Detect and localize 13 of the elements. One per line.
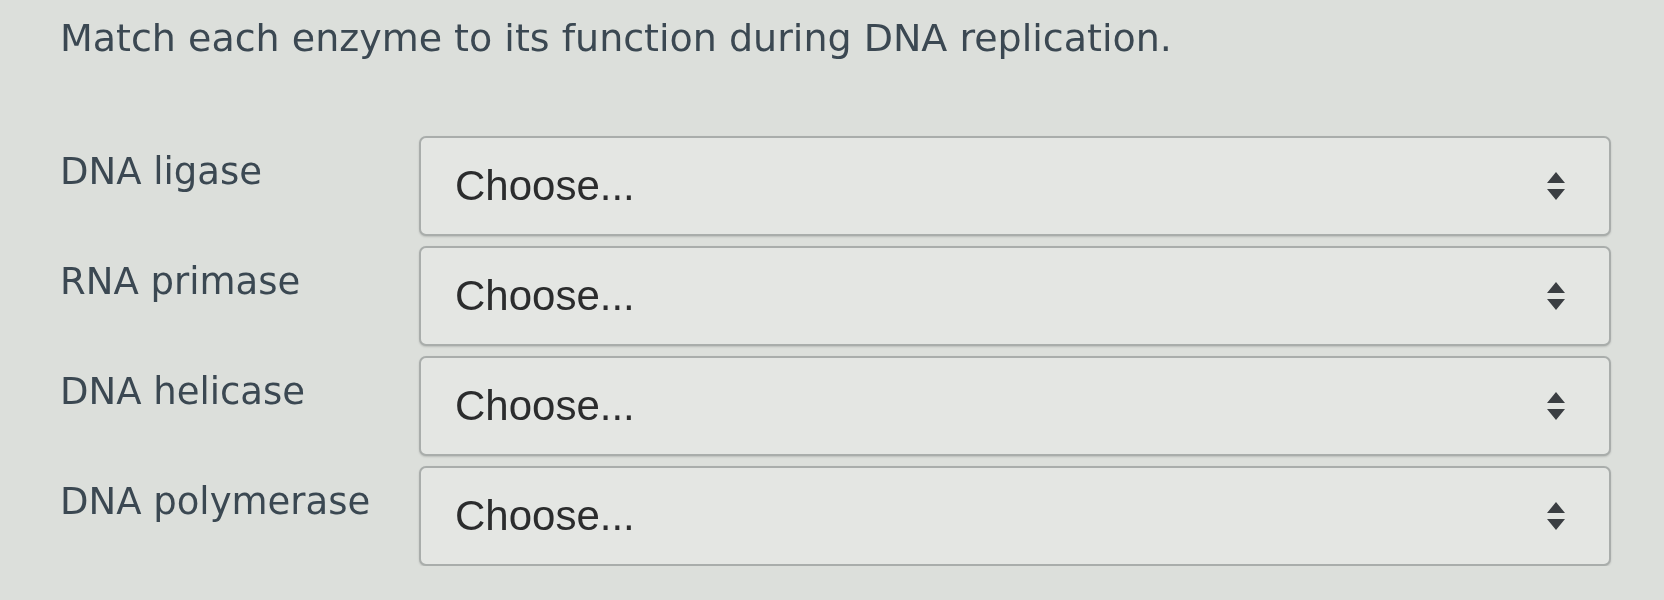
up-down-caret-icon bbox=[1547, 502, 1565, 530]
up-down-caret-icon bbox=[1547, 392, 1565, 420]
question-prompt: Match each enzyme to its function during DNA replication. bbox=[60, 15, 1173, 62]
dropdown[interactable]: Choose... bbox=[419, 136, 1611, 236]
up-down-caret-icon bbox=[1547, 172, 1565, 200]
dropdown[interactable]: Choose... bbox=[419, 466, 1611, 566]
dropdown[interactable]: Choose... bbox=[419, 356, 1611, 456]
enzyme-label: DNA helicase bbox=[60, 369, 307, 415]
enzyme-label: RNA primase bbox=[60, 259, 302, 305]
enzyme-label: DNA ligase bbox=[60, 149, 263, 195]
dropdown[interactable]: Choose... bbox=[419, 246, 1611, 346]
up-down-caret-icon bbox=[1547, 282, 1565, 310]
enzyme-label: DNA polymerase bbox=[60, 479, 372, 525]
